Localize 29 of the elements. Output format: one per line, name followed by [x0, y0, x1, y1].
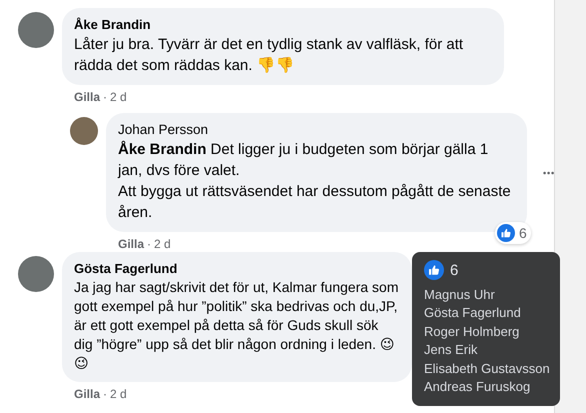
author-name[interactable]: Åke Brandin	[74, 17, 151, 32]
like-link[interactable]: Gilla	[74, 387, 100, 401]
like-link[interactable]: Gilla	[74, 90, 100, 104]
avatar-photo[interactable]	[18, 256, 54, 292]
reaction-total: 6	[450, 262, 458, 278]
reaction-count[interactable]: 6	[495, 222, 531, 244]
comment-text: Ja jag har sagt/skrivit det för ut, Kalmar fungera som gott exempel på hur ”politik” ska bedrivas och du,JP, är ett gott exempel på detta så för Guds skull sök dig ”högre” upp så det blir någon ordning i leden. 😉😉	[74, 278, 400, 373]
like-icon	[424, 260, 444, 280]
reactor-name: Magnus Uhr	[424, 286, 495, 304]
more-icon[interactable]	[542, 170, 554, 174]
reactor-name: Roger Holmberg	[424, 322, 520, 341]
reactor-name: Jens Erik	[424, 341, 478, 360]
avatar-photo[interactable]	[70, 117, 98, 145]
reactor-name: Andreas Furuskog	[424, 378, 530, 396]
separator-dot: ·	[103, 387, 108, 401]
comment-time[interactable]: 2 d	[110, 387, 127, 401]
author-name[interactable]: Gösta Fagerlund	[74, 261, 178, 276]
reactor-name: Gösta Fagerlund	[424, 304, 521, 322]
comment-text: Låter ju bra. Tyvärr är det en tydlig stank av valfläsk, för att rädda det som räddas kan. 👎👎	[74, 35, 464, 76]
like-link[interactable]: Gilla	[118, 237, 144, 251]
separator-dot: ·	[103, 90, 108, 104]
avatar-photo[interactable]	[18, 12, 54, 48]
like-icon	[497, 224, 516, 242]
author-name[interactable]: Johan Persson	[118, 122, 208, 137]
comment-time[interactable]: 2 d	[154, 237, 171, 251]
comment-text: Åke Brandin Det ligger ju i budgeten som börjar gälla 1 jan, dvs före valet. Att bygga ut rättsväsendet har dessutom pågått de senaste åren.	[118, 140, 512, 223]
comment-time[interactable]: 2 d	[110, 90, 127, 104]
separator-dot: ·	[147, 237, 152, 251]
reactor-name: Elisabeth Gustavsson	[424, 360, 550, 378]
